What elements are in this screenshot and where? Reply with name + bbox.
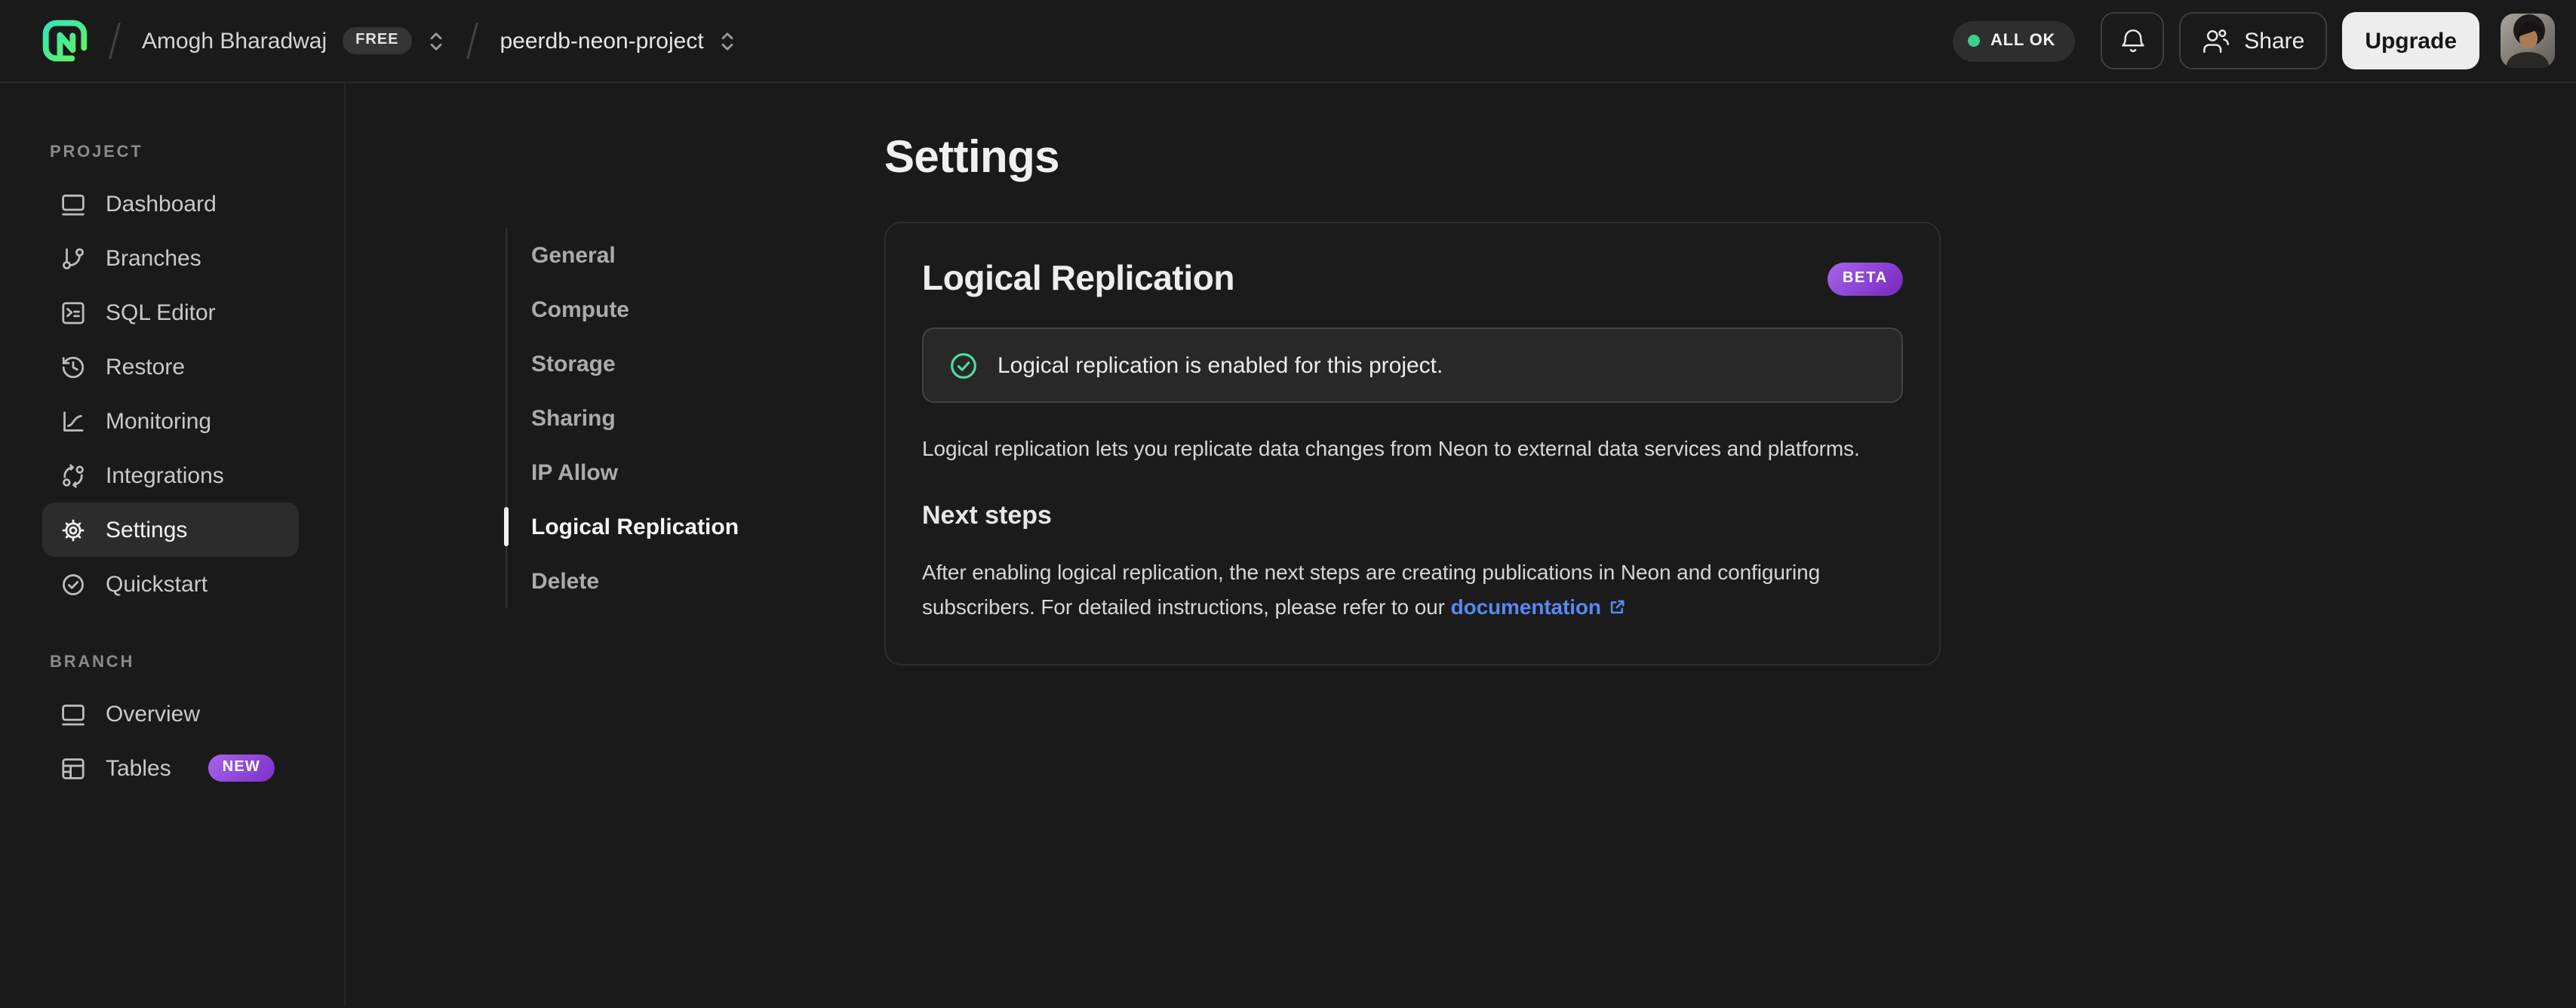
sidebar-item-label: SQL Editor <box>106 300 216 325</box>
neon-console: Amogh Bharadwaj FREE peerdb-neon-project <box>0 0 2576 1008</box>
settings-tab-logical-replication[interactable]: Logical Replication <box>504 499 884 554</box>
sidebar-item-overview[interactable]: Overview <box>42 687 299 741</box>
status-dot-icon <box>1967 35 1980 47</box>
status-label: ALL OK <box>1990 32 2056 50</box>
window-icon <box>62 703 85 725</box>
breadcrumb-slash-icon <box>109 22 121 60</box>
git-branch-icon <box>63 247 84 269</box>
sidebar-item-monitoring[interactable]: Monitoring <box>42 394 299 448</box>
sidebar-item-label: Overview <box>106 701 201 727</box>
sidebar-item-branches[interactable]: Branches <box>42 231 299 285</box>
logical-replication-card: Logical Replication BETA Logical replica… <box>884 222 1941 666</box>
chart-icon <box>63 410 84 431</box>
sidebar-item-label: Integrations <box>106 463 224 488</box>
plan-badge: FREE <box>342 27 413 54</box>
settings-tab-compute[interactable]: Compute <box>506 282 884 337</box>
chevrons-up-down-icon <box>722 32 734 50</box>
sidebar: PROJECT Dashboard Branches SQL Editor Re… <box>0 83 346 1006</box>
next-steps-body: After enabling logical replication, the … <box>922 560 1821 619</box>
settings-nav: General Compute Storage Sharing IP Allow… <box>504 83 884 1006</box>
terminal-icon <box>62 301 85 324</box>
top-bar: Amogh Bharadwaj FREE peerdb-neon-project <box>0 0 2576 83</box>
org-switcher[interactable]: Amogh Bharadwaj FREE <box>142 27 446 54</box>
avatar-photo <box>2501 14 2555 68</box>
sidebar-item-integrations[interactable]: Integrations <box>42 448 299 502</box>
next-steps-heading: Next steps <box>922 501 1052 530</box>
check-circle-icon <box>63 573 84 595</box>
history-icon <box>62 355 85 378</box>
users-icon <box>2203 29 2230 53</box>
bell-icon <box>2121 29 2144 53</box>
neon-logo[interactable] <box>42 18 88 63</box>
share-button[interactable]: Share <box>2179 12 2328 69</box>
sidebar-item-tables[interactable]: Tables NEW <box>42 741 299 795</box>
sidebar-item-label: Quickstart <box>106 571 208 597</box>
breadcrumb: Amogh Bharadwaj FREE peerdb-neon-project <box>42 18 737 63</box>
sidebar-item-settings[interactable]: Settings <box>42 502 299 557</box>
sidebar-section-project: PROJECT <box>50 143 143 161</box>
alert-text: Logical replication is enabled for this … <box>998 352 1443 378</box>
next-steps-text: After enabling logical replication, the … <box>922 556 1903 624</box>
user-avatar[interactable] <box>2501 14 2555 68</box>
sidebar-item-label: Branches <box>106 245 201 271</box>
replication-enabled-alert: Logical replication is enabled for this … <box>922 327 1903 403</box>
sidebar-item-label: Monitoring <box>106 408 212 434</box>
replication-description: Logical replication lets you replicate d… <box>922 436 1860 460</box>
new-badge: NEW <box>208 754 274 782</box>
sidebar-item-label: Restore <box>106 354 186 380</box>
window-icon <box>62 193 85 215</box>
chevrons-up-down-icon <box>431 32 442 50</box>
gear-icon <box>62 518 85 541</box>
page-title: Settings <box>884 133 1060 183</box>
sidebar-item-label: Dashboard <box>106 191 217 217</box>
card-title: Logical Replication <box>922 258 1235 297</box>
project-switcher[interactable]: peerdb-neon-project <box>500 28 737 54</box>
settings-tab-delete[interactable]: Delete <box>506 554 884 608</box>
share-label: Share <box>2244 28 2305 54</box>
sidebar-item-label: Settings <box>106 517 188 542</box>
settings-tab-general[interactable]: General <box>506 228 884 282</box>
settings-page: Settings Logical Replication BETA Logica… <box>884 83 1941 1006</box>
sidebar-item-label: Tables <box>106 755 171 781</box>
sidebar-section-branch: BRANCH <box>50 653 135 671</box>
success-check-circle-icon <box>951 352 976 378</box>
documentation-link-label: documentation <box>1450 594 1601 619</box>
notifications-button[interactable] <box>2101 12 2165 69</box>
sidebar-item-sql-editor[interactable]: SQL Editor <box>42 285 299 340</box>
status-badge[interactable]: ALL OK <box>1952 20 2076 61</box>
settings-tab-ip-allow[interactable]: IP Allow <box>506 445 884 499</box>
breadcrumb-slash-icon <box>466 22 479 60</box>
org-name: Amogh Bharadwaj <box>142 28 327 54</box>
settings-tab-sharing[interactable]: Sharing <box>506 391 884 445</box>
integrations-icon <box>63 463 84 487</box>
upgrade-button[interactable]: Upgrade <box>2342 12 2479 69</box>
top-bar-actions: ALL OK Share Upgrade <box>1952 12 2555 69</box>
project-name: peerdb-neon-project <box>500 28 704 54</box>
documentation-link[interactable]: documentation <box>1451 595 1627 619</box>
neon-logo-icon <box>42 20 88 62</box>
sidebar-item-dashboard[interactable]: Dashboard <box>42 177 299 231</box>
table-icon <box>62 758 85 779</box>
sidebar-item-restore[interactable]: Restore <box>42 340 299 394</box>
settings-tab-storage[interactable]: Storage <box>506 337 884 391</box>
sidebar-item-quickstart[interactable]: Quickstart <box>42 557 299 611</box>
beta-badge: BETA <box>1827 262 1903 295</box>
external-link-icon <box>1610 600 1625 613</box>
